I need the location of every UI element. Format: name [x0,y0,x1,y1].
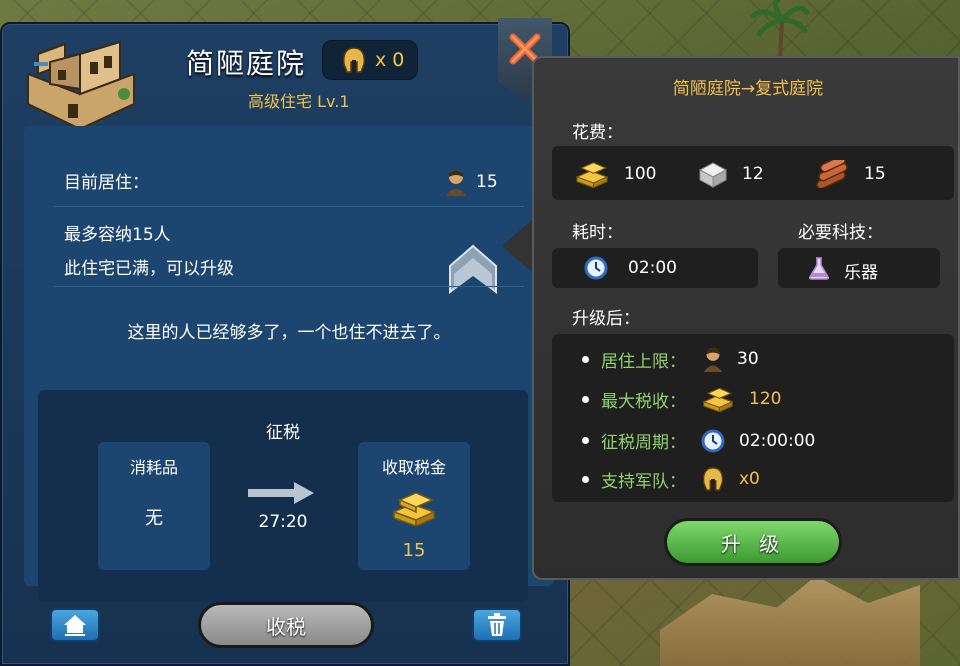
bullet [582,395,589,403]
bullet [582,475,589,483]
clock-icon [701,429,725,452]
time-value: 02:00 [628,258,677,278]
tax-timer: 27:20 [258,512,308,532]
citizen-icon [446,170,466,196]
helmet-icon [702,467,724,491]
tech-label: 必要科技： [798,223,883,243]
cost-gold: 100 [574,160,656,188]
cost-label: 花费： [572,123,623,143]
current-resident-count: 15 [444,168,498,196]
building-subtitle: 高级住宅 Lv.1 [248,92,350,111]
resident-count-value: 15 [476,172,498,192]
after-value: 30 [737,349,759,369]
after-row-tax-period: 征税周期： 02:00:00 [582,428,815,453]
tech-box: 乐器 [778,248,940,288]
after-row-capacity: 居住上限： 30 [582,346,759,372]
tech-value: 乐器 [844,263,878,283]
divider [54,286,524,287]
upgrade-button[interactable]: 升 级 [664,518,842,566]
after-value: 02:00:00 [739,430,816,451]
capacity-text: 最多容纳15人 [64,225,171,245]
current-resident-label: 目前居住： [64,173,149,193]
gold-icon [391,492,437,526]
delete-button[interactable] [472,608,522,642]
home-upgrade-button[interactable] [50,608,100,642]
bullet [582,437,589,444]
cost-gold-value: 100 [624,164,657,184]
gold-icon [702,387,734,412]
consumables-value: 无 [145,508,163,529]
upgrade-panel: 简陋庭院→复式庭院 花费： 100 12 15 耗时： 必要科技： 02:00 … [532,56,960,580]
citizen-icon [703,347,723,372]
after-label: 征税周期： [601,433,686,453]
arrow-right-icon [248,482,314,504]
cost-box: 100 12 15 [552,146,954,200]
collect-tax-button[interactable]: 收税 [198,602,374,648]
cost-wood-value: 15 [864,164,886,184]
collect-tax-amount: 15 [402,540,426,561]
stone-icon [698,162,728,188]
troops-count: x 0 [375,49,405,71]
after-label: 居住上限： [601,351,686,372]
gold-icon [575,162,609,188]
crowded-message: 这里的人已经够多了，一个也住不进去了。 [127,323,451,343]
after-row-max-tax: 最大税收： 120 [582,386,781,412]
residence-info-box: 目前居住： 15 最多容纳15人 此住宅已满，可以升级 这里的人已经够多了，一个… [24,126,554,602]
divider [54,206,524,207]
after-upgrade-box: 居住上限： 30 最大税收： 120 征税周期： 02:00:00 支持军队： … [552,334,954,502]
after-upgrade-label: 升级后： [572,309,640,329]
time-box: 02:00 [552,248,758,288]
status-text: 此住宅已满，可以升级 [64,259,234,279]
collect-tax-card: 收取税金 15 [358,442,470,570]
after-value: x0 [739,469,760,489]
map-building [660,576,920,666]
bullet [582,355,589,363]
cost-stone-value: 12 [742,164,764,184]
consumables-label: 消耗品 [129,458,178,477]
tax-box: 征税 消耗品 无 27:20 收取税金 15 [38,390,528,602]
after-row-troops: 支持军队： x0 [582,466,760,492]
house-upgrade-icon [64,615,86,636]
after-value: 120 [749,389,782,409]
palm-tree-icon [750,0,810,60]
collect-tax-label: 收取税金 [381,458,446,477]
building-title: 简陋庭院 [186,47,307,80]
flask-icon [808,257,830,280]
after-label: 支持军队： [601,471,686,492]
trash-icon [488,613,506,636]
building-info-panel: 简陋庭院 x 0 高级住宅 Lv.1 目前居住： 15 最多容纳15人 此住宅已… [0,18,570,666]
clock-icon [584,256,608,280]
after-label: 最大税收： [601,391,686,412]
cost-wood: 15 [814,160,886,188]
cost-stone: 12 [698,160,764,188]
time-label: 耗时： [572,223,623,243]
upgrade-title: 简陋庭院→复式庭院 [672,79,824,99]
tax-title: 征税 [266,423,300,443]
consumables-card: 消耗品 无 [98,442,210,570]
wood-icon [816,160,848,188]
helmet-icon [343,47,365,73]
troops-badge: x 0 [322,40,418,80]
